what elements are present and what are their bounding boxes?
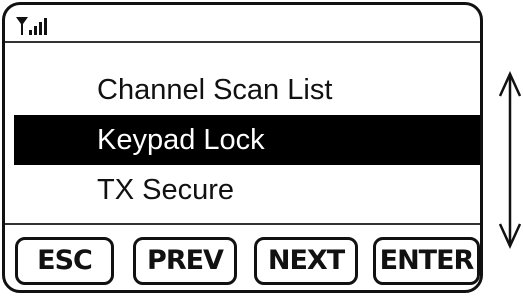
esc-button[interactable]: ESC bbox=[15, 237, 114, 285]
softkey-bar: ESC PREV NEXT ENTER bbox=[5, 223, 480, 290]
menu-item-label: TX Secure bbox=[97, 174, 234, 206]
up-down-arrow-icon bbox=[498, 70, 522, 250]
next-button[interactable]: NEXT bbox=[254, 237, 358, 285]
status-bar bbox=[5, 5, 480, 43]
signal-strength-icon bbox=[16, 17, 47, 35]
menu-item-channel-scan-list[interactable]: Channel Scan List bbox=[5, 65, 480, 115]
menu-list: Channel Scan List Keypad Lock TX Secure bbox=[5, 65, 480, 215]
prev-button[interactable]: PREV bbox=[133, 237, 237, 285]
menu-item-tx-secure[interactable]: TX Secure bbox=[5, 165, 480, 215]
menu-item-keypad-lock[interactable]: Keypad Lock bbox=[14, 115, 480, 165]
enter-button[interactable]: ENTER bbox=[373, 237, 480, 285]
menu-item-label: Channel Scan List bbox=[97, 74, 333, 106]
menu-item-label: Keypad Lock bbox=[97, 124, 265, 156]
radio-display: Channel Scan List Keypad Lock TX Secure … bbox=[2, 2, 483, 293]
